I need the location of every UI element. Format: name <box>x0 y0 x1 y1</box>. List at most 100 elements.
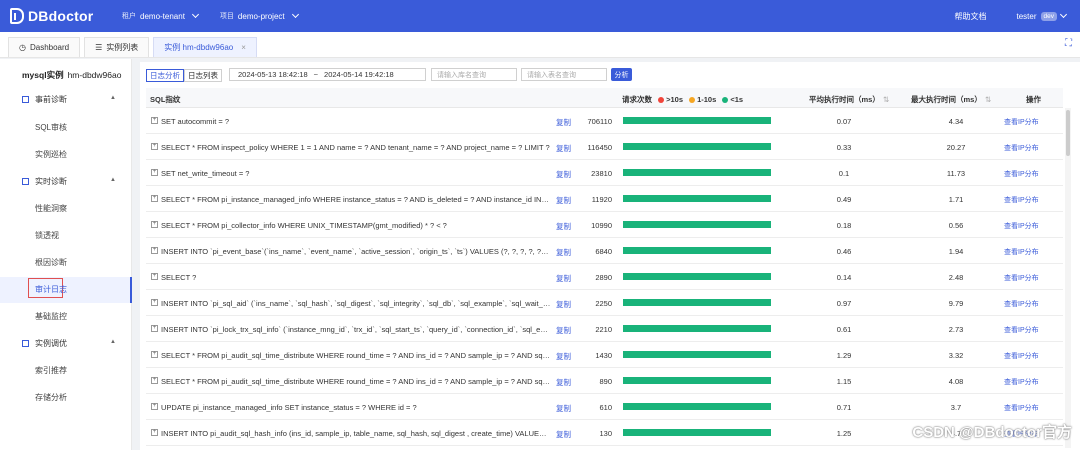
sidebar-item-lock-view[interactable]: 锁透视 <box>35 230 59 241</box>
logo[interactable]: DBdoctor <box>10 8 102 24</box>
expand-icon[interactable]: + <box>151 325 158 332</box>
project-selector[interactable]: 项目 demo-project <box>220 10 299 21</box>
expand-icon[interactable]: + <box>151 299 158 306</box>
expand-icon[interactable]: + <box>151 273 158 280</box>
sql-text: SELECT * FROM pi_instance_managed_info W… <box>161 195 551 204</box>
tab-label: 实例 hm-dbdw96ao <box>164 43 234 52</box>
copy-button[interactable]: 复制 <box>556 117 571 128</box>
view-ip-distribution-link[interactable]: 查看IP分布 <box>1004 117 1039 127</box>
log-analysis-button[interactable]: 日志分析 <box>146 68 184 82</box>
sidebar-item-index-recommend[interactable]: 索引推荐 <box>35 365 67 376</box>
sidebar-item-storage-analysis[interactable]: 存储分析 <box>35 392 67 403</box>
group-label: 实例调优 <box>35 339 67 348</box>
tab-instance-detail[interactable]: 实例 hm-dbdw96ao × <box>153 37 257 57</box>
copy-button[interactable]: 复制 <box>556 429 571 440</box>
lt1s-fill <box>623 429 771 436</box>
view-ip-distribution-link[interactable]: 查看IP分布 <box>1004 169 1039 179</box>
sql-text: SET net_write_timeout = ? <box>161 169 250 178</box>
copy-button[interactable]: 复制 <box>556 325 571 336</box>
latency-distribution-bar <box>623 429 771 436</box>
tab-label: Dashboard <box>29 43 70 52</box>
help-docs-link[interactable]: 帮助文档 <box>955 11 987 22</box>
scrollbar-track[interactable] <box>1065 108 1071 448</box>
view-ip-distribution-link[interactable]: 查看IP分布 <box>1004 247 1039 257</box>
expand-icon[interactable]: + <box>151 377 158 384</box>
copy-button[interactable]: 复制 <box>556 351 571 362</box>
col-sql-fingerprint: SQL指纹 <box>150 95 181 104</box>
main-panel: 日志分析 日志列表 2024-05-13 18:42:18 ~ 2024-05-… <box>140 62 1080 450</box>
sort-icon[interactable]: ⇅ <box>985 95 991 104</box>
expand-icon[interactable]: + <box>151 143 158 150</box>
chevron-down-icon <box>291 10 299 19</box>
copy-button[interactable]: 复制 <box>556 221 571 232</box>
expand-icon[interactable]: + <box>151 351 158 358</box>
sidebar-item-basic-monitor[interactable]: 基础监控 <box>35 311 67 322</box>
sidebar-group-pre-diagnosis[interactable]: 事前诊断 ▲ <box>22 94 122 105</box>
sidebar-item-audit-log[interactable]: 审计日志 <box>35 284 67 295</box>
sql-text: SELECT * FROM pi_audit_sql_time_distribu… <box>161 351 551 360</box>
max-time: 2.73 <box>948 325 964 334</box>
expand-icon[interactable]: + <box>151 117 158 124</box>
sidebar-item-sql-audit[interactable]: SQL审核 <box>35 122 67 133</box>
copy-button[interactable]: 复制 <box>556 143 571 154</box>
table-row: + SELECT ? 复制 2890 0.14 2.48 查看IP分布 <box>146 264 1063 290</box>
range-separator: ~ <box>313 70 319 79</box>
request-count: 2210 <box>595 325 612 334</box>
latency-distribution-bar <box>623 169 771 176</box>
instance-title: mysql实例 hm-dbdw96ao <box>22 69 121 81</box>
date-range-picker[interactable]: 2024-05-13 18:42:18 ~ 2024-05-14 19:42:1… <box>229 68 426 81</box>
analyze-button[interactable]: 分析 <box>611 68 632 81</box>
tenant-selector[interactable]: 租户 demo-tenant <box>122 10 199 21</box>
sort-icon[interactable]: ⇅ <box>883 95 889 104</box>
expand-icon[interactable]: + <box>151 195 158 202</box>
view-ip-distribution-link[interactable]: 查看IP分布 <box>1004 221 1039 231</box>
expand-icon[interactable]: + <box>151 221 158 228</box>
copy-button[interactable]: 复制 <box>556 195 571 206</box>
copy-button[interactable]: 复制 <box>556 299 571 310</box>
mode-switch: 日志分析 日志列表 <box>146 68 222 82</box>
sidebar-item-inspection[interactable]: 实例巡检 <box>35 149 67 160</box>
expand-icon[interactable]: + <box>151 403 158 410</box>
table-body: + SET autocommit = ? 复制 706110 0.07 4.34 查看IP分… <box>146 108 1063 446</box>
copy-button[interactable]: 复制 <box>556 169 571 180</box>
view-ip-distribution-link[interactable]: 查看IP分布 <box>1004 195 1039 205</box>
chevron-down-icon[interactable] <box>1059 10 1068 19</box>
expand-icon[interactable]: + <box>151 247 158 254</box>
tab-dashboard[interactable]: ◷ Dashboard <box>8 37 81 57</box>
view-ip-distribution-link[interactable]: 查看IP分布 <box>1004 351 1039 361</box>
fullscreen-icon[interactable]: ⛶ <box>1065 38 1072 49</box>
copy-button[interactable]: 复制 <box>556 247 571 258</box>
red-dot-icon <box>658 97 665 103</box>
col-avg-time[interactable]: 平均执行时间（ms） ⇅ <box>809 94 889 105</box>
sidebar-group-instance-tuning[interactable]: 实例调优 ▲ <box>22 338 122 349</box>
request-count: 10990 <box>591 221 612 230</box>
copy-button[interactable]: 复制 <box>556 377 571 388</box>
latency-distribution-bar <box>623 299 771 306</box>
copy-button[interactable]: 复制 <box>556 403 571 414</box>
sql-text: INSERT INTO pi_audit_sql_hash_info (ins_… <box>161 429 551 438</box>
expand-icon[interactable]: + <box>151 169 158 176</box>
sidebar-group-realtime-diagnosis[interactable]: 实时诊断 ▲ <box>22 176 122 187</box>
tab-instance-list[interactable]: ☰ 实例列表 <box>84 37 150 57</box>
view-ip-distribution-link[interactable]: 查看IP分布 <box>1004 403 1039 413</box>
db-name-input[interactable]: 请输入库名查询 <box>431 68 517 81</box>
copy-button[interactable]: 复制 <box>556 273 571 284</box>
sidebar-item-performance-insight[interactable]: 性能洞察 <box>35 203 67 214</box>
table-row: + INSERT INTO `pi_event_base`(`ins_name`,… <box>146 238 1063 264</box>
view-ip-distribution-link[interactable]: 查看IP分布 <box>1004 325 1039 335</box>
view-ip-distribution-link[interactable]: 查看IP分布 <box>1004 377 1039 387</box>
view-ip-distribution-link[interactable]: 查看IP分布 <box>1004 273 1039 283</box>
log-list-button[interactable]: 日志列表 <box>184 68 222 82</box>
table-name-input[interactable]: 请输入表名查询 <box>521 68 607 81</box>
col-max-time[interactable]: 最大执行时间（ms） ⇅ <box>911 94 991 105</box>
expand-icon[interactable]: + <box>151 429 158 436</box>
view-ip-distribution-link[interactable]: 查看IP分布 <box>1004 143 1039 153</box>
close-icon[interactable]: × <box>241 43 246 52</box>
view-ip-distribution-link[interactable]: 查看IP分布 <box>1004 299 1039 309</box>
latency-distribution-bar <box>623 143 771 150</box>
col-operation: 操作 <box>1026 95 1041 104</box>
watermark: CSDN @DBdoctor官方 <box>912 424 1072 441</box>
user-name[interactable]: tester <box>1017 12 1037 21</box>
scrollbar-thumb[interactable] <box>1066 110 1070 156</box>
sidebar-item-root-cause[interactable]: 根因诊断 <box>35 257 67 268</box>
